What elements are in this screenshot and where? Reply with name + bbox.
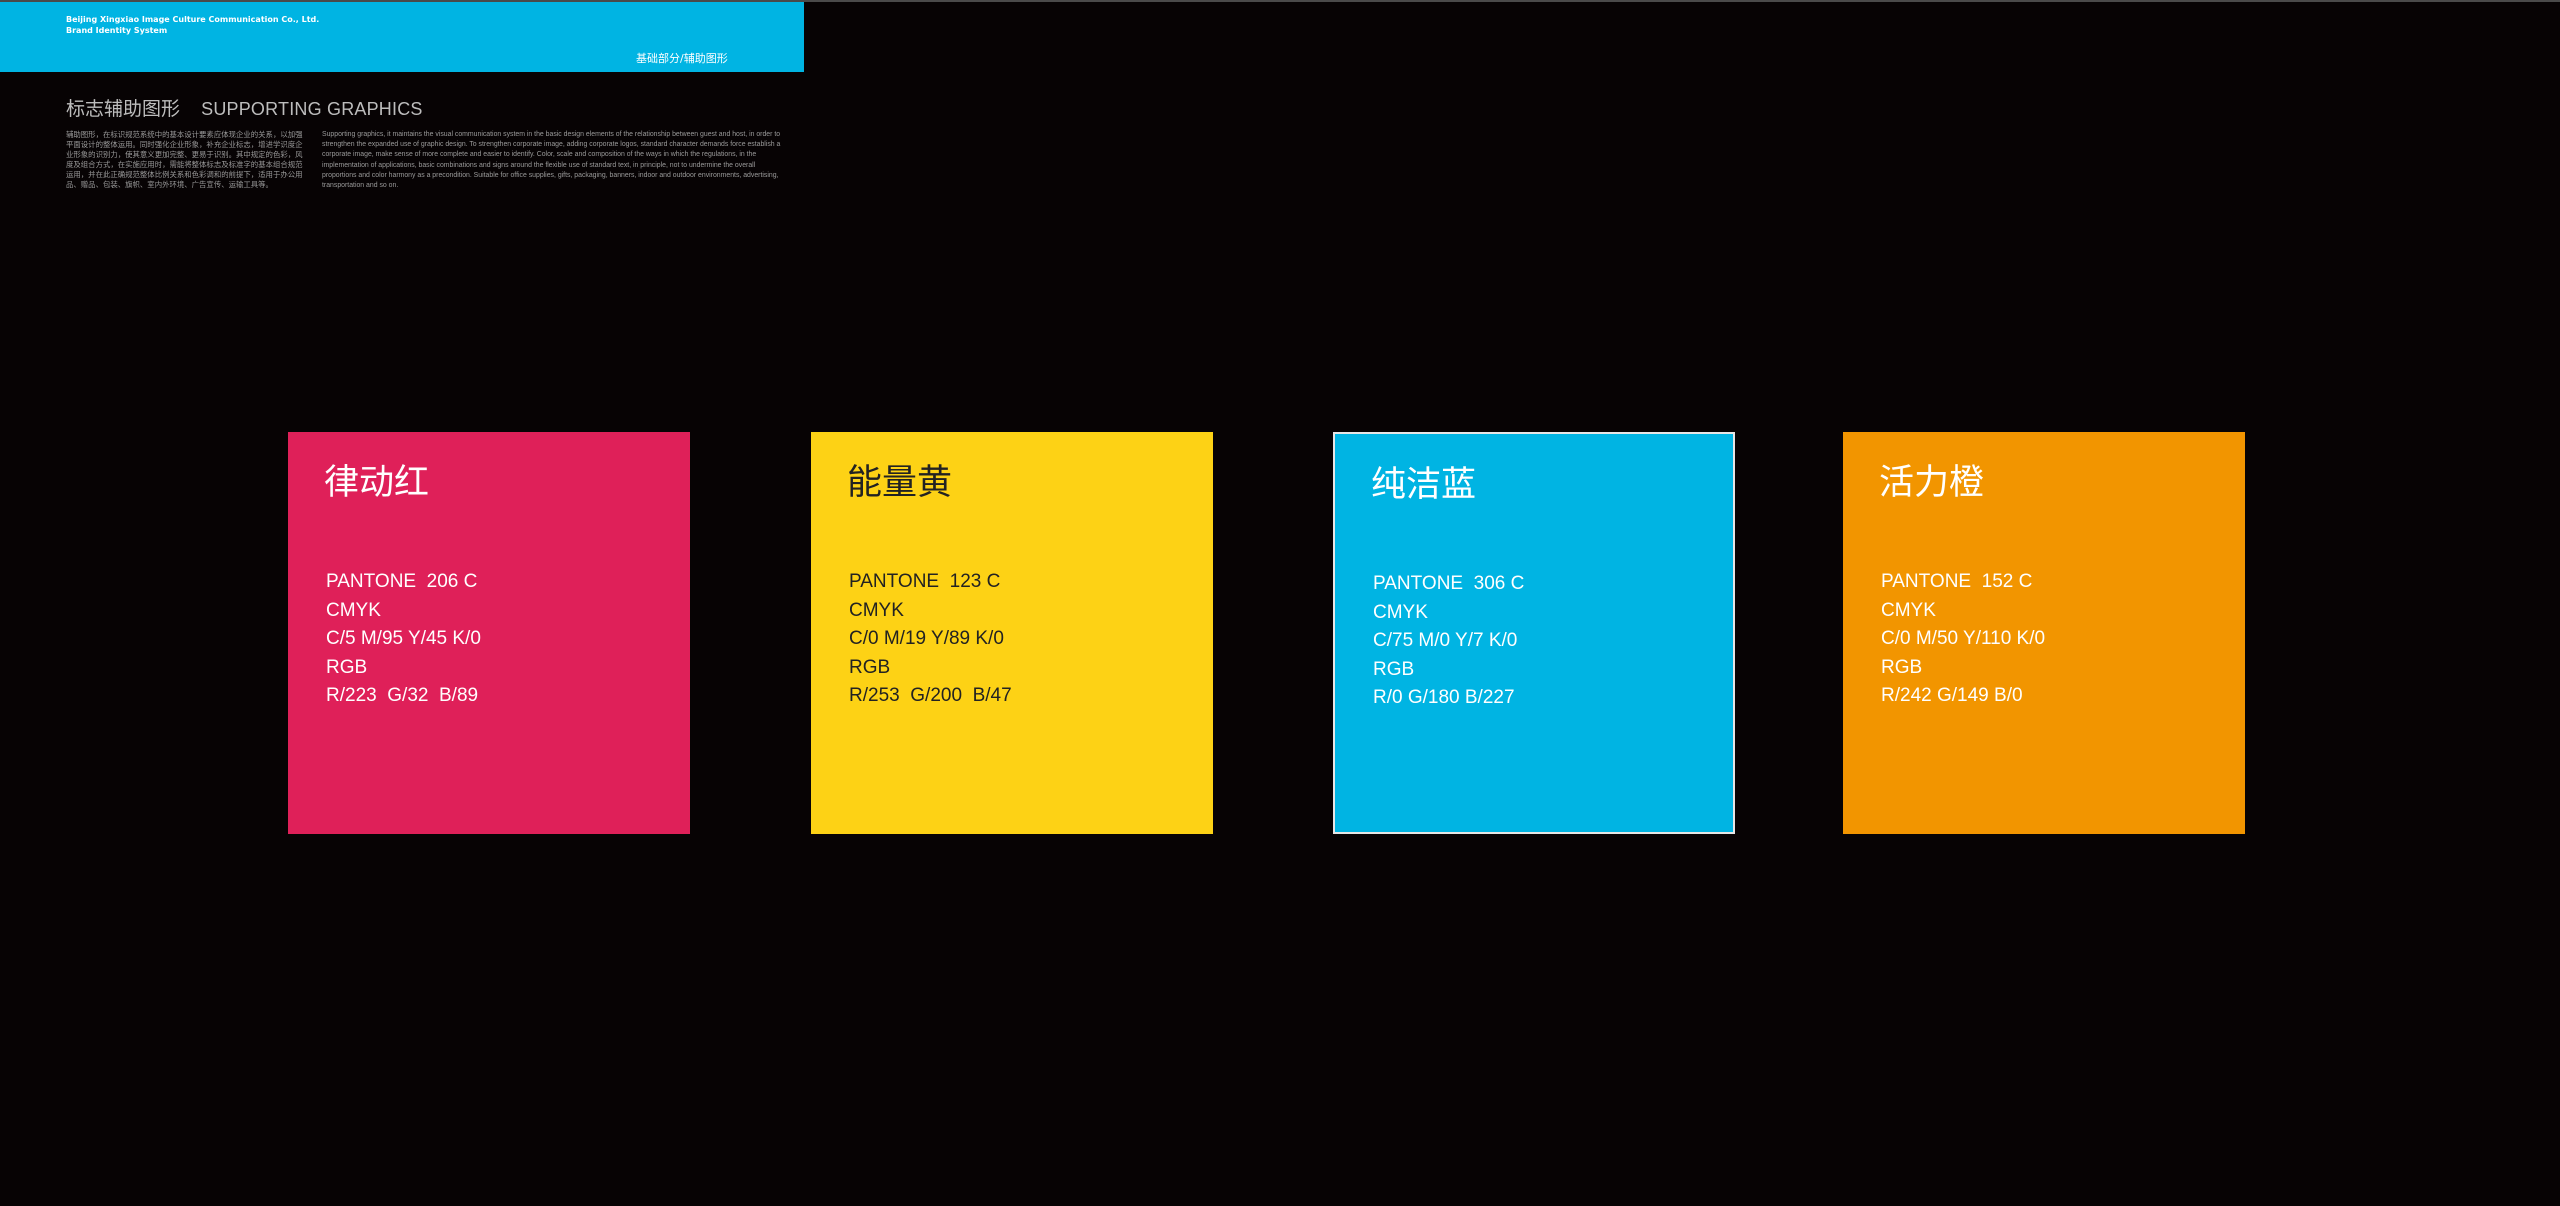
swatch-energy-yellow: 能量黄 PANTONE 123 C CMYK C/0 M/19 Y/89 K/0… — [811, 432, 1213, 834]
swatch-name: 能量黄 — [847, 463, 953, 503]
header-band: Beijing Xingxiao Image Culture Communica… — [0, 2, 804, 72]
page-title-en: SUPPORTING GRAPHICS — [201, 99, 423, 119]
swatch-specs: PANTONE 306 C CMYK C/75 M/0 Y/7 K/0 RGB … — [1373, 570, 1524, 713]
rgb-label: RGB — [1373, 658, 1415, 680]
rgb-value: R/253 G/200 B/47 — [849, 685, 1012, 707]
rgb-label: RGB — [1881, 656, 1923, 678]
swatch-vital-orange: 活力橙 PANTONE 152 C CMYK C/0 M/50 Y/110 K/… — [1843, 432, 2245, 834]
description-cn: 辅助图形，在标识规范系统中的基本设计要素应体现企业的关系，以加强平面设计的整体运… — [66, 130, 303, 189]
swatch-name: 活力橙 — [1879, 463, 1985, 503]
swatch-specs: PANTONE 123 C CMYK C/0 M/19 Y/89 K/0 RGB… — [849, 568, 1012, 711]
company-name: Beijing Xingxiao Image Culture Communica… — [66, 14, 319, 36]
swatch-pure-blue: 纯洁蓝 PANTONE 306 C CMYK C/75 M/0 Y/7 K/0 … — [1333, 432, 1735, 834]
rgb-label: RGB — [849, 656, 891, 678]
rgb-value: R/0 G/180 B/227 — [1373, 687, 1515, 709]
page-title-cn: 标志辅助图形 — [66, 98, 181, 120]
company-name-line1: Beijing Xingxiao Image Culture Communica… — [66, 15, 320, 24]
cmyk-label: CMYK — [326, 599, 381, 621]
rgb-value: R/223 G/32 B/89 — [326, 685, 479, 707]
cmyk-value: C/5 M/95 Y/45 K/0 — [326, 628, 481, 650]
pantone-value: PANTONE 306 C — [1373, 573, 1525, 594]
swatch-specs: PANTONE 152 C CMYK C/0 M/50 Y/110 K/0 RG… — [1881, 568, 2045, 711]
swatch-name: 纯洁蓝 — [1371, 465, 1477, 505]
cmyk-label: CMYK — [1881, 599, 1936, 621]
cmyk-label: CMYK — [1373, 601, 1428, 623]
pantone-value: PANTONE 123 C — [849, 571, 1001, 592]
rgb-value: R/242 G/149 B/0 — [1881, 685, 2023, 707]
description-en: Supporting graphics, it maintains the vi… — [322, 131, 781, 190]
pantone-value: PANTONE 152 C — [1881, 571, 2033, 592]
company-name-line2: Brand Identity System — [66, 26, 168, 35]
swatch-specs: PANTONE 206 C CMYK C/5 M/95 Y/45 K/0 RGB… — [326, 568, 481, 711]
section-label: 基础部分/辅助图形 — [636, 52, 728, 65]
cmyk-value: C/0 M/19 Y/89 K/0 — [849, 628, 1004, 650]
cmyk-value: C/0 M/50 Y/110 K/0 — [1881, 628, 2046, 650]
cmyk-value: C/75 M/0 Y/7 K/0 — [1373, 630, 1518, 652]
swatch-name: 律动红 — [324, 463, 430, 503]
cmyk-label: CMYK — [849, 599, 904, 621]
swatch-rhythm-red: 律动红 PANTONE 206 C CMYK C/5 M/95 Y/45 K/0… — [288, 432, 690, 834]
rgb-label: RGB — [326, 656, 368, 678]
page-title: 标志辅助图形 SUPPORTING GRAPHICS — [66, 94, 423, 121]
pantone-value: PANTONE 206 C — [326, 571, 478, 592]
